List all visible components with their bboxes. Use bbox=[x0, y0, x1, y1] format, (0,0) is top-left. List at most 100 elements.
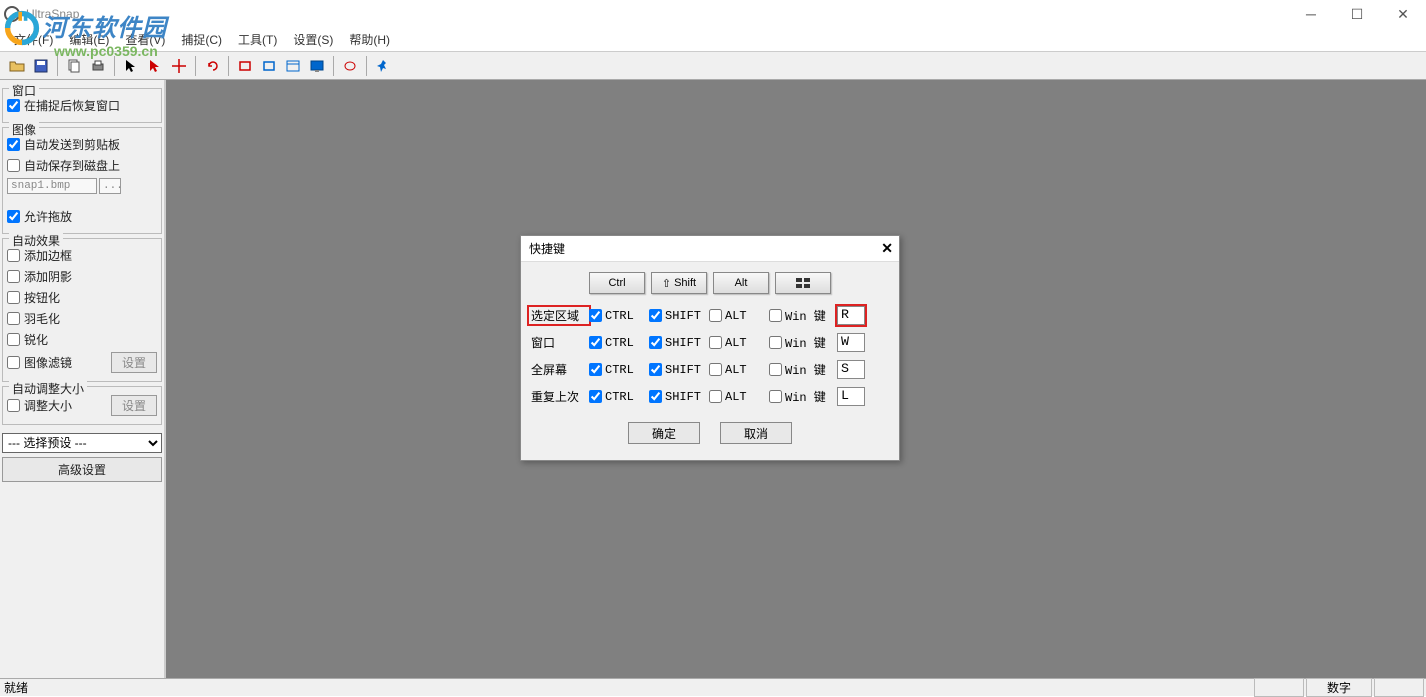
save-icon[interactable] bbox=[30, 55, 52, 77]
hotkey-row-label: 窗口 bbox=[529, 334, 589, 351]
print-icon[interactable] bbox=[87, 55, 109, 77]
preset-select[interactable]: --- 选择预设 --- bbox=[2, 433, 162, 453]
maximize-button[interactable]: ☐ bbox=[1334, 0, 1380, 28]
effects-group-title: 自动效果 bbox=[9, 232, 63, 249]
add-shadow-checkbox[interactable] bbox=[7, 270, 20, 283]
add-border-checkbox[interactable] bbox=[7, 249, 20, 262]
buttonize-checkbox[interactable] bbox=[7, 291, 20, 304]
hotkey-row-label: 选定区域 bbox=[529, 307, 589, 324]
add-shadow-label: 添加阴影 bbox=[24, 268, 72, 285]
window-group-title: 窗口 bbox=[9, 82, 39, 99]
filter-label: 图像滤镜 bbox=[24, 354, 72, 371]
open-icon[interactable] bbox=[6, 55, 28, 77]
advanced-settings-button[interactable]: 高级设置 bbox=[2, 457, 162, 482]
menu-file[interactable]: 文件(F) bbox=[6, 31, 61, 48]
ctrl-key-button[interactable]: Ctrl bbox=[589, 272, 645, 294]
cancel-button[interactable]: 取消 bbox=[720, 422, 792, 444]
auto-clipboard-label: 自动发送到剪贴板 bbox=[24, 136, 120, 153]
toolbar bbox=[0, 52, 1426, 80]
hotkey-key-input[interactable] bbox=[837, 333, 865, 352]
win-checkbox[interactable]: Win 键 bbox=[769, 334, 833, 351]
buttonize-label: 按钮化 bbox=[24, 289, 60, 306]
resize-settings-button[interactable]: 设置 bbox=[111, 395, 157, 416]
allow-drag-checkbox[interactable] bbox=[7, 210, 20, 223]
cursor-red-icon[interactable] bbox=[144, 55, 166, 77]
window-blue-icon[interactable] bbox=[282, 55, 304, 77]
win-checkbox[interactable]: Win 键 bbox=[769, 307, 833, 324]
hotkey-dialog: 快捷键 ✕ Ctrl ⇧Shift Alt 选定区域 CTRL SHIFT AL… bbox=[520, 235, 900, 461]
browse-button[interactable]: ... bbox=[99, 178, 121, 194]
dialog-close-button[interactable]: ✕ bbox=[881, 240, 893, 257]
hotkey-row-0: 选定区域 CTRL SHIFT ALT Win 键 bbox=[529, 302, 891, 329]
restore-window-label: 在捕捉后恢复窗口 bbox=[24, 97, 120, 114]
hotkey-row-1: 窗口 CTRL SHIFT ALT Win 键 bbox=[529, 329, 891, 356]
menu-edit[interactable]: 编辑(E) bbox=[61, 31, 117, 48]
menu-bar: 文件(F) 编辑(E) 查看(V) 捕捉(C) 工具(T) 设置(S) 帮助(H… bbox=[0, 28, 1426, 52]
hotkey-key-input[interactable] bbox=[837, 387, 865, 406]
screen-icon[interactable] bbox=[306, 55, 328, 77]
alt-key-button[interactable]: Alt bbox=[713, 272, 769, 294]
status-cell-3 bbox=[1374, 678, 1424, 697]
allow-drag-label: 允许拖放 bbox=[24, 208, 72, 225]
hotkey-key-input[interactable] bbox=[837, 360, 865, 379]
ctrl-checkbox[interactable]: CTRL bbox=[589, 363, 649, 377]
title-bar: UltraSnap ─ ☐ ✕ bbox=[0, 0, 1426, 28]
menu-capture[interactable]: 捕捉(C) bbox=[173, 31, 230, 48]
shift-key-button[interactable]: ⇧Shift bbox=[651, 272, 707, 294]
filter-settings-button[interactable]: 设置 bbox=[111, 352, 157, 373]
status-ready: 就绪 bbox=[4, 679, 28, 696]
menu-settings[interactable]: 设置(S) bbox=[285, 31, 341, 48]
auto-save-label: 自动保存到磁盘上 bbox=[24, 157, 120, 174]
menu-help[interactable]: 帮助(H) bbox=[341, 31, 398, 48]
rect-blue-icon[interactable] bbox=[258, 55, 280, 77]
hotkey-key-input[interactable] bbox=[837, 306, 865, 325]
filename-input[interactable] bbox=[7, 178, 97, 194]
sharpen-checkbox[interactable] bbox=[7, 333, 20, 346]
ok-button[interactable]: 确定 bbox=[628, 422, 700, 444]
auto-clipboard-checkbox[interactable] bbox=[7, 138, 20, 151]
feather-checkbox[interactable] bbox=[7, 312, 20, 325]
alt-checkbox[interactable]: ALT bbox=[709, 363, 769, 377]
resize-label: 调整大小 bbox=[24, 397, 72, 414]
cursor-icon[interactable] bbox=[120, 55, 142, 77]
pin-icon[interactable] bbox=[372, 55, 394, 77]
win-checkbox[interactable]: Win 键 bbox=[769, 361, 833, 378]
alt-checkbox[interactable]: ALT bbox=[709, 390, 769, 404]
status-cell-1 bbox=[1254, 678, 1304, 697]
shift-checkbox[interactable]: SHIFT bbox=[649, 390, 709, 404]
ctrl-checkbox[interactable]: CTRL bbox=[589, 390, 649, 404]
shift-checkbox[interactable]: SHIFT bbox=[649, 336, 709, 350]
rect-red-icon[interactable] bbox=[234, 55, 256, 77]
shift-checkbox[interactable]: SHIFT bbox=[649, 309, 709, 323]
sharpen-label: 锐化 bbox=[24, 331, 48, 348]
ctrl-checkbox[interactable]: CTRL bbox=[589, 309, 649, 323]
win-key-button[interactable] bbox=[775, 272, 831, 294]
add-border-label: 添加边框 bbox=[24, 247, 72, 264]
minimize-button[interactable]: ─ bbox=[1288, 0, 1334, 28]
undo-icon[interactable] bbox=[201, 55, 223, 77]
resize-checkbox[interactable] bbox=[7, 399, 20, 412]
app-icon bbox=[4, 6, 20, 22]
alt-checkbox[interactable]: ALT bbox=[709, 336, 769, 350]
side-panel: 窗口 在捕捉后恢复窗口 图像 自动发送到剪贴板 自动保存到磁盘上 ... bbox=[0, 80, 166, 678]
close-button[interactable]: ✕ bbox=[1380, 0, 1426, 28]
menu-tools[interactable]: 工具(T) bbox=[230, 31, 285, 48]
shift-checkbox[interactable]: SHIFT bbox=[649, 363, 709, 377]
alt-checkbox[interactable]: ALT bbox=[709, 309, 769, 323]
app-title: UltraSnap bbox=[26, 7, 79, 21]
restore-window-checkbox[interactable] bbox=[7, 99, 20, 112]
image-group-title: 图像 bbox=[9, 121, 39, 138]
crosshair-icon[interactable] bbox=[168, 55, 190, 77]
ctrl-checkbox[interactable]: CTRL bbox=[589, 336, 649, 350]
hotkey-row-3: 重复上次 CTRL SHIFT ALT Win 键 bbox=[529, 383, 891, 410]
hotkey-row-label: 重复上次 bbox=[529, 388, 589, 405]
copy-icon[interactable] bbox=[63, 55, 85, 77]
dialog-title: 快捷键 bbox=[529, 240, 565, 257]
menu-view[interactable]: 查看(V) bbox=[117, 31, 173, 48]
status-num: 数字 bbox=[1306, 678, 1372, 697]
status-bar: 就绪 数字 bbox=[0, 678, 1426, 696]
ellipse-icon[interactable] bbox=[339, 55, 361, 77]
win-checkbox[interactable]: Win 键 bbox=[769, 388, 833, 405]
filter-checkbox[interactable] bbox=[7, 356, 20, 369]
auto-save-checkbox[interactable] bbox=[7, 159, 20, 172]
